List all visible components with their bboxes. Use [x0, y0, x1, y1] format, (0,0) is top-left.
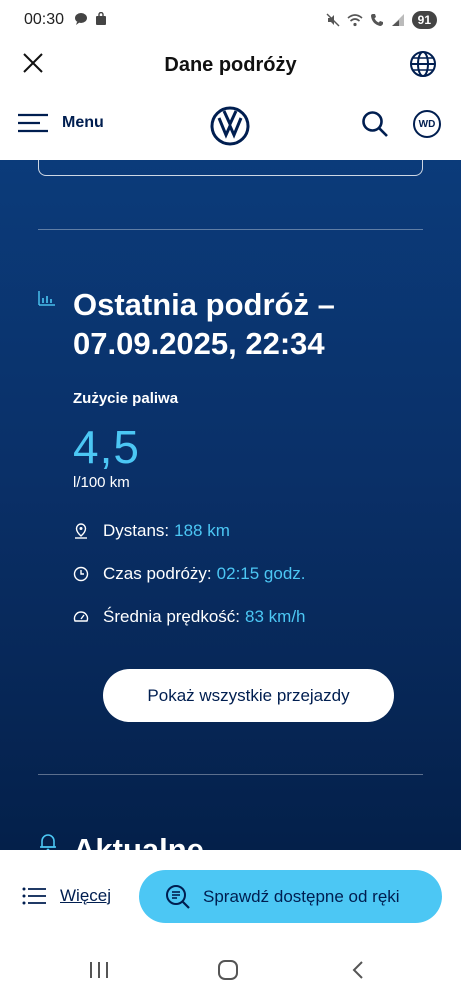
shopping-bag-icon — [96, 12, 106, 25]
chat-bubble-icon — [75, 13, 87, 25]
bar-chart-icon — [38, 291, 55, 306]
account-avatar[interactable]: WD — [413, 110, 441, 138]
fuel-consumption-unit: l/100 km — [73, 474, 130, 491]
recent-apps-icon[interactable] — [88, 959, 110, 981]
search-icon[interactable] — [361, 110, 389, 138]
bell-icon — [40, 834, 56, 850]
vw-logo-icon[interactable] — [210, 106, 250, 146]
wifi-icon — [347, 14, 363, 27]
fuel-consumption-value: 4,5 — [73, 421, 140, 473]
bottom-action-bar: Więcej Sprawdź dostępne od ręki — [0, 850, 461, 943]
stat-distance: Dystans: 188 km — [73, 521, 230, 541]
home-icon[interactable] — [217, 959, 239, 981]
divider — [38, 774, 423, 775]
divider — [38, 229, 423, 230]
main-nav: Menu WD — [0, 88, 461, 160]
stat-speed: Średnia prędkość: 83 km/h — [73, 607, 306, 627]
list-icon — [22, 887, 46, 905]
clock-icon — [73, 566, 89, 582]
stat-duration-value: 02:15 godz. — [216, 564, 306, 583]
signal-icon — [391, 14, 404, 26]
speedometer-icon — [73, 609, 89, 625]
more-label: Więcej — [60, 886, 112, 905]
show-all-trips-button[interactable]: Pokaż wszystkie przejazdy — [103, 669, 394, 722]
menu-button[interactable]: Menu — [18, 113, 104, 133]
hamburger-icon — [18, 113, 48, 133]
trip-panel: Ostatnia podróż – 07.09.2025, 22:34 Zuży… — [0, 160, 461, 850]
mute-icon — [326, 13, 340, 27]
stat-distance-value: 188 km — [174, 521, 230, 540]
section-title-current: Aktualne — [73, 832, 204, 850]
previous-card-edge — [38, 160, 423, 176]
check-available-label: Sprawdź dostępne od ręki — [203, 886, 400, 906]
more-button[interactable]: Więcej — [22, 886, 111, 906]
page-title: Dane podróży — [164, 54, 297, 76]
stat-duration-label: Czas podróży: — [103, 564, 212, 583]
stat-duration: Czas podróży: 02:15 godz. — [73, 564, 306, 584]
status-bar: 00:30 91 — [0, 0, 461, 42]
fuel-consumption-label: Zużycie paliwa — [73, 390, 179, 407]
stat-speed-value: 83 km/h — [245, 607, 306, 626]
battery-indicator: 91 — [411, 11, 437, 29]
stat-distance-label: Dystans: — [103, 521, 170, 540]
title-bar: Dane podróży — [0, 42, 461, 88]
search-list-icon — [166, 884, 190, 909]
system-nav-bar — [0, 943, 461, 999]
location-pin-icon — [73, 523, 89, 539]
status-time: 00:30 — [24, 11, 65, 28]
call-icon — [370, 14, 383, 26]
back-icon[interactable] — [348, 959, 370, 981]
menu-label: Menu — [62, 114, 104, 131]
globe-icon[interactable] — [409, 50, 437, 78]
stat-speed-label: Średnia prędkość: — [103, 607, 241, 626]
last-trip-title: Ostatnia podróż – 07.09.2025, 22:34 — [73, 287, 335, 361]
check-available-button[interactable]: Sprawdź dostępne od ręki — [139, 870, 442, 923]
